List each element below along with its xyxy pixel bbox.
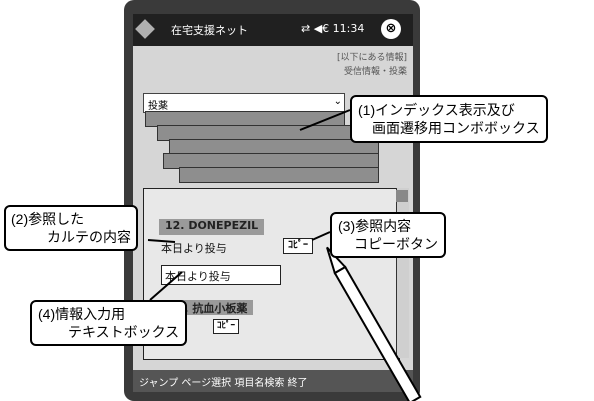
callout-2-line-1: (2)参照した <box>11 211 85 227</box>
callout-combobox: (1)インデックス表示及び 画面遷移用コンボボックス <box>350 95 548 143</box>
callout-3-line-1: (3)参照内容 <box>338 218 412 234</box>
callout-4-line-2: テキストボックス <box>68 324 180 340</box>
callout-copy-button: (3)参照内容 コピーボタン <box>330 212 446 258</box>
callout-1-line-1: (1)インデックス表示及び <box>358 102 515 118</box>
callout-1-line-2: 画面遷移用コンボボックス <box>372 120 540 136</box>
callout-reference: (2)参照した カルテの内容 <box>4 205 138 251</box>
callout-3-line-2: コピーボタン <box>354 236 438 252</box>
callout-4-line-1: (4)情報入力用 <box>38 306 126 322</box>
callout-textbox: (4)情報入力用 テキストボックス <box>30 300 188 346</box>
callout-2-line-2: カルテの内容 <box>47 229 131 245</box>
